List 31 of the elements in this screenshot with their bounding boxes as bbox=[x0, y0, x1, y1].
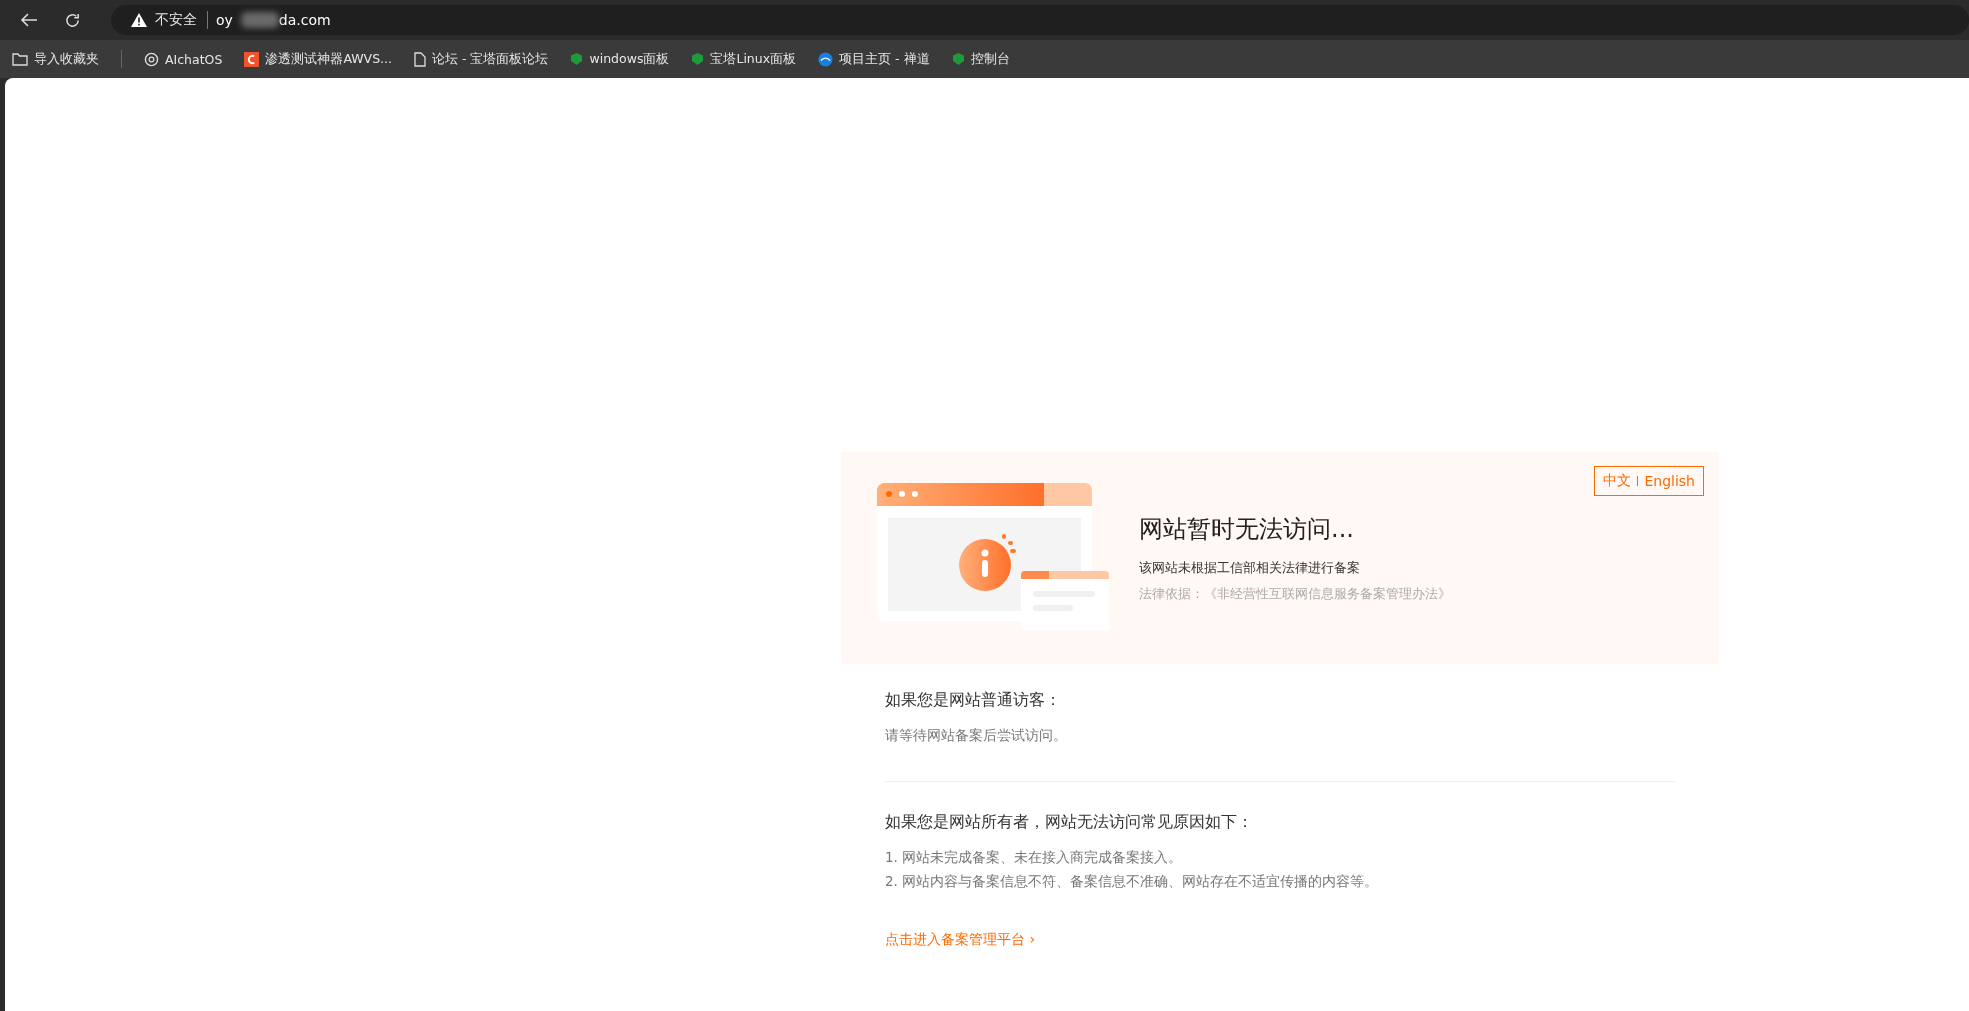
reload-icon bbox=[64, 11, 81, 29]
warning-icon bbox=[131, 13, 147, 27]
section-heading: 如果您是网站普通访客： bbox=[885, 690, 1062, 711]
legal-basis-text: 法律依据：《非经营性互联网信息服务备案管理办法》 bbox=[1139, 585, 1451, 603]
reason-item: 1. 网站未完成备案、未在接入商完成备案接入。 bbox=[885, 848, 1184, 867]
back-arrow-icon bbox=[20, 12, 38, 28]
notice-subtitle: 该网站未根据工信部相关法律进行备案 bbox=[1139, 559, 1361, 577]
bookmark-item[interactable]: 控制台 bbox=[951, 50, 1010, 68]
section-heading: 如果您是网站所有者，网站无法访问常见原因如下： bbox=[885, 812, 1254, 833]
reason-item: 2. 网站内容与备案信息不符、备案信息不准确、网站存在不适宜传播的内容等。 bbox=[885, 872, 1380, 891]
security-label: 不安全 bbox=[155, 11, 208, 29]
body-text: 请等待网站备案后尝试访问。 bbox=[885, 726, 1068, 745]
blurred-url-part bbox=[240, 12, 279, 28]
bookmark-item[interactable]: 宝塔Linux面板 bbox=[691, 50, 797, 68]
folder-icon bbox=[12, 52, 28, 66]
globe-icon bbox=[818, 51, 834, 67]
bookmark-item[interactable]: windows面板 bbox=[570, 50, 670, 68]
bookmark-item[interactable]: AIchatOS bbox=[144, 51, 223, 67]
bookmark-item[interactable]: 导入收藏夹 bbox=[12, 50, 99, 68]
page-icon bbox=[414, 51, 426, 67]
bookmark-item[interactable]: 渗透测试神器AWVS... bbox=[244, 50, 392, 68]
shield-icon bbox=[691, 52, 705, 66]
shield-icon bbox=[570, 52, 584, 66]
notice-title: 网站暂时无法访问... bbox=[1139, 514, 1355, 545]
shield-icon bbox=[951, 52, 965, 66]
bookmark-item[interactable]: 项目主页 - 禅道 bbox=[818, 50, 930, 68]
bookmark-item[interactable]: 论坛 - 宝塔面板论坛 bbox=[414, 50, 549, 68]
url-text: da.com bbox=[278, 12, 331, 28]
letter-logo-icon bbox=[244, 51, 260, 67]
address-bar[interactable]: 不安全 oy da.com bbox=[111, 5, 1969, 35]
url-text: oy bbox=[216, 12, 233, 28]
